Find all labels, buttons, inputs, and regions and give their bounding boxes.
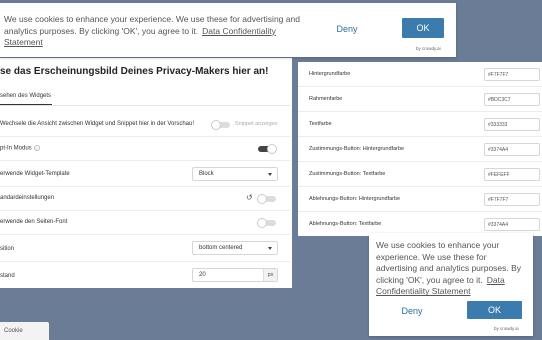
- distance-input[interactable]: 20 px: [192, 268, 278, 282]
- defaults-toggle[interactable]: [257, 194, 276, 204]
- color-row: Zustimmungs-Button: Hintergrundfarbe #33…: [298, 137, 542, 162]
- color-value: #BDC3C7: [488, 97, 511, 103]
- cookie-tab[interactable]: Cookie: [0, 322, 49, 340]
- deny-button[interactable]: Deny: [320, 20, 374, 38]
- cookie-banner-text: We use cookies to enhance your experienc…: [4, 14, 304, 49]
- distance-unit: px: [263, 269, 277, 281]
- setting-row-font: erwende den Seiten-Font: [0, 211, 290, 235]
- setting-row-optin: pt-In Modus i: [0, 137, 290, 161]
- cookie-banner-top: We use cookies to enhance your experienc…: [0, 3, 456, 57]
- ok-button[interactable]: OK: [402, 18, 444, 38]
- color-label: Zustimmungs-Button: Textfarbe: [309, 171, 386, 177]
- color-value: #F7F7F7: [488, 72, 509, 78]
- color-value: #F7F7F7: [488, 197, 509, 203]
- chevron-down-icon: [268, 173, 272, 176]
- color-input[interactable]: #3374A4: [484, 143, 540, 156]
- color-label: Ablehnungs-Button: Textfarbe: [309, 221, 382, 227]
- color-row: Rahmenfarbe #BDC3C7: [298, 87, 542, 112]
- color-label: Ablehnungs-Button: Hintergrundfarbe: [309, 196, 401, 202]
- color-input[interactable]: #FEFEFF: [484, 168, 540, 181]
- setting-label-position: sition: [0, 246, 15, 252]
- setting-row-preview: Wechsele die Ansicht zwischen Widget und…: [0, 113, 290, 137]
- chevron-down-icon: [268, 247, 272, 250]
- position-select-value: bottom centered: [199, 245, 243, 251]
- distance-value: 20: [199, 272, 206, 278]
- setting-row-template: erwende Widget-Template Block: [0, 161, 290, 187]
- color-value: #FEFEFF: [488, 172, 510, 178]
- setting-row-position: sition bottom centered: [0, 235, 290, 262]
- cookie-banner-text: We use cookies to enhance your experienc…: [376, 240, 528, 298]
- color-row: Zustimmungs-Button: Textfarbe #FEFEFF: [298, 162, 542, 187]
- tab-divider: [0, 105, 290, 106]
- setting-label-optin: pt-In Modus i: [0, 145, 40, 152]
- color-input[interactable]: #3374A4: [484, 218, 540, 231]
- template-select-value: Block: [199, 171, 214, 177]
- color-label: Rahmenfarbe: [309, 96, 343, 102]
- color-value: #333333: [488, 122, 508, 128]
- widget-settings-panel: se das Erscheinungsbild Deines Privacy-M…: [0, 58, 292, 288]
- color-settings-panel: Hintergrundfarbe #F7F7F7 Rahmenfarbe #BD…: [298, 62, 542, 236]
- color-row: Hintergrundfarbe #F7F7F7: [298, 62, 542, 87]
- info-icon: i: [33, 145, 40, 151]
- setting-label-defaults: andardeinstellungen: [0, 195, 55, 201]
- reset-icon[interactable]: ↺: [246, 193, 253, 202]
- optin-toggle[interactable]: [258, 144, 277, 154]
- color-input[interactable]: #333333: [484, 118, 540, 131]
- brand-credit[interactable]: by crowdy.ai: [494, 326, 519, 331]
- ok-button[interactable]: OK: [467, 301, 522, 319]
- color-value: #3374A4: [488, 222, 509, 228]
- setting-row-defaults: andardeinstellungen ↺: [0, 187, 290, 211]
- brand-credit[interactable]: by crowdy.ai: [416, 46, 441, 51]
- font-toggle[interactable]: [257, 218, 276, 228]
- color-label: Zustimmungs-Button: Hintergrundfarbe: [309, 146, 405, 152]
- deny-button[interactable]: Deny: [387, 303, 437, 319]
- snippet-hint: Snippet anzeigen: [235, 121, 278, 127]
- position-select[interactable]: bottom centered: [192, 241, 278, 255]
- setting-row-distance: stand 20 px: [0, 262, 290, 286]
- color-row: Textfarbe #333333: [298, 112, 542, 137]
- snippet-toggle[interactable]: [211, 120, 230, 130]
- color-input[interactable]: #F7F7F7: [484, 193, 540, 206]
- color-label: Hintergrundfarbe: [309, 71, 351, 77]
- color-label: Textfarbe: [309, 121, 332, 127]
- color-row: Ablehnungs-Button: Hintergrundfarbe #F7F…: [298, 187, 542, 212]
- setting-label-template: erwende Widget-Template: [0, 171, 70, 177]
- page-title: se das Erscheinungsbild Deines Privacy-M…: [0, 66, 269, 77]
- color-input[interactable]: #F7F7F7: [484, 68, 540, 81]
- template-select[interactable]: Block: [192, 167, 278, 181]
- setting-label-preview: Wechsele die Ansicht zwischen Widget und…: [0, 121, 194, 127]
- color-value: #3374A4: [488, 147, 509, 153]
- color-input[interactable]: #BDC3C7: [484, 93, 540, 106]
- setting-label-font: erwende den Seiten-Font: [0, 219, 68, 225]
- setting-label-distance: stand: [0, 273, 15, 279]
- cookie-banner-bottom-right: We use cookies to enhance your experienc…: [369, 233, 533, 336]
